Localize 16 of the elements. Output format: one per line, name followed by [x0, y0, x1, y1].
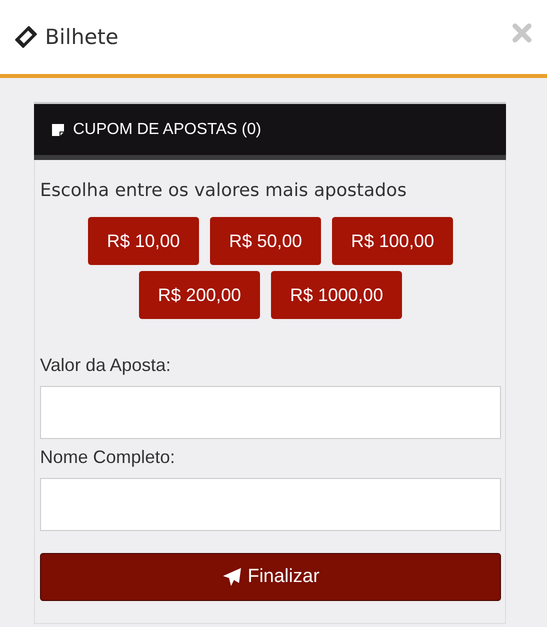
- amount-button[interactable]: R$ 200,00: [138, 271, 260, 319]
- close-button[interactable]: [511, 22, 533, 44]
- input-field[interactable]: [40, 386, 501, 439]
- input-field[interactable]: [40, 478, 501, 531]
- amount-button[interactable]: R$ 1000,00: [271, 271, 402, 319]
- amount-button[interactable]: R$ 10,00: [88, 217, 199, 265]
- dialog-title: Bilhete: [45, 25, 118, 49]
- amount-button[interactable]: R$ 100,00: [332, 217, 454, 265]
- field-label: Nome Completo:: [40, 447, 176, 468]
- send-icon: [222, 567, 242, 587]
- prompt-text: Escolha entre os valores mais apostados: [40, 180, 408, 201]
- amount-button[interactable]: R$ 50,00: [210, 217, 322, 265]
- coupon-title: CUPOM DE APOSTAS (0): [73, 120, 262, 138]
- field-label: Valor da Aposta:: [40, 355, 172, 376]
- finalize-button[interactable]: Finalizar: [40, 553, 501, 601]
- note-icon: [51, 122, 65, 136]
